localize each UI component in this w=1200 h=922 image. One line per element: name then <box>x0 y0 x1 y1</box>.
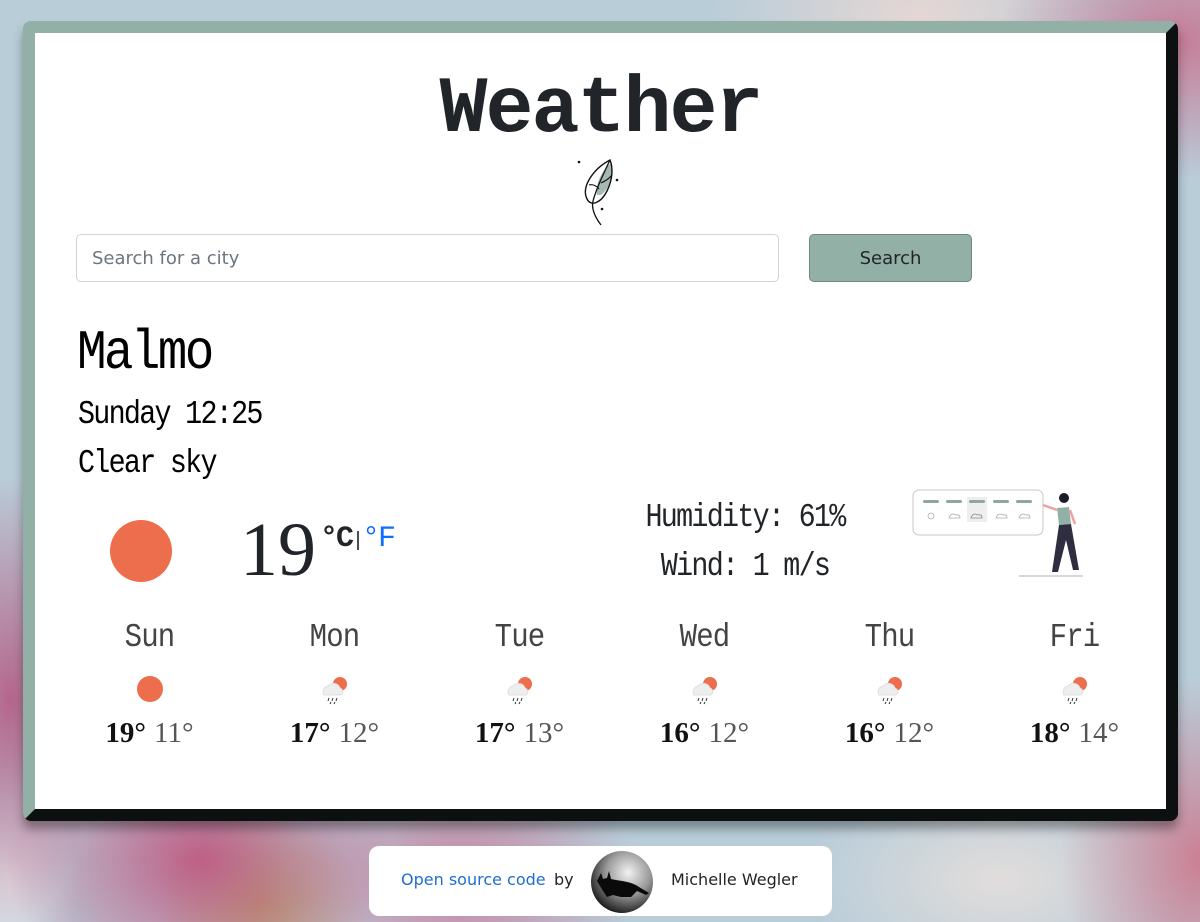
wind: Wind: 1 m/s <box>660 548 831 585</box>
forecast-day: Mon 17° 12° <box>242 618 427 750</box>
forecast-day: Fri 18° 14° <box>982 618 1167 750</box>
current-datetime: Sunday 12:25 <box>78 396 263 433</box>
leaf-icon <box>577 159 619 226</box>
sun-icon <box>110 520 172 582</box>
rain-sun-icon <box>507 677 532 705</box>
sun-icon <box>136 676 163 702</box>
city-search-input[interactable] <box>76 234 779 282</box>
forecast-day: Wed 16° 12° <box>612 618 797 750</box>
author-avatar <box>591 851 653 913</box>
footer-by-label: by <box>554 870 574 889</box>
fahrenheit-link[interactable]: °F <box>362 522 396 556</box>
weather-card: Weather Search Malmo Sunday 12:25 Clear … <box>23 21 1178 821</box>
forecast-day-name: Mon <box>309 619 361 656</box>
open-source-link[interactable]: Open source code <box>401 870 546 889</box>
forecast-min-temp: 14° <box>1078 717 1120 749</box>
search-button[interactable]: Search <box>809 234 972 282</box>
rain-sun-icon <box>1062 677 1087 705</box>
city-name: Malmo <box>77 321 214 385</box>
author-name: Michelle Wegler <box>671 870 798 889</box>
app-title: Weather <box>439 65 763 156</box>
forecast-day: Tue 17° 13° <box>427 618 612 750</box>
rain-sun-icon <box>692 677 717 705</box>
forecast-day-name: Sun <box>124 619 176 656</box>
forecast-max-temp: 19° <box>105 717 147 749</box>
forecast-min-temp: 13° <box>523 717 565 749</box>
forecast-min-temp: 12° <box>708 717 750 749</box>
forecast-day-name: Fri <box>1049 619 1101 656</box>
forecast-min-temp: 12° <box>893 717 935 749</box>
weather-description: Clear sky <box>78 445 218 482</box>
current-temperature: 19 <box>240 508 316 592</box>
forecast-min-temp: 12° <box>338 717 380 749</box>
forecast-day: Thu 16° 12° <box>797 618 982 750</box>
weather-forecast-illustration <box>912 489 1083 577</box>
unit-toggle: °C|°F <box>320 521 396 560</box>
weather-details: Humidity: 61% Wind: 1 m/s <box>595 493 895 591</box>
forecast-max-temp: 17° <box>474 717 516 749</box>
forecast-max-temp: 16° <box>659 717 701 749</box>
forecast-min-temp: 11° <box>154 717 194 749</box>
footer: Open source code by Michelle Wegler <box>369 846 832 916</box>
forecast: Sun 19° 11° Mon 17° 12° Tue 17° 13° Wed 16°… <box>57 618 1167 750</box>
celsius-link[interactable]: °C <box>320 522 354 556</box>
forecast-max-temp: 18° <box>1029 717 1071 749</box>
cat-icon <box>597 871 649 897</box>
forecast-day-name: Thu <box>864 619 916 656</box>
forecast-day: Sun 19° 11° <box>57 618 242 750</box>
unit-separator: | <box>352 530 364 553</box>
humidity: Humidity: 61% <box>645 499 846 536</box>
forecast-day-name: Wed <box>679 619 731 656</box>
forecast-max-temp: 17° <box>289 717 331 749</box>
forecast-day-name: Tue <box>494 619 546 656</box>
rain-sun-icon <box>877 677 902 705</box>
rain-sun-icon <box>322 677 347 705</box>
forecast-max-temp: 16° <box>844 717 886 749</box>
